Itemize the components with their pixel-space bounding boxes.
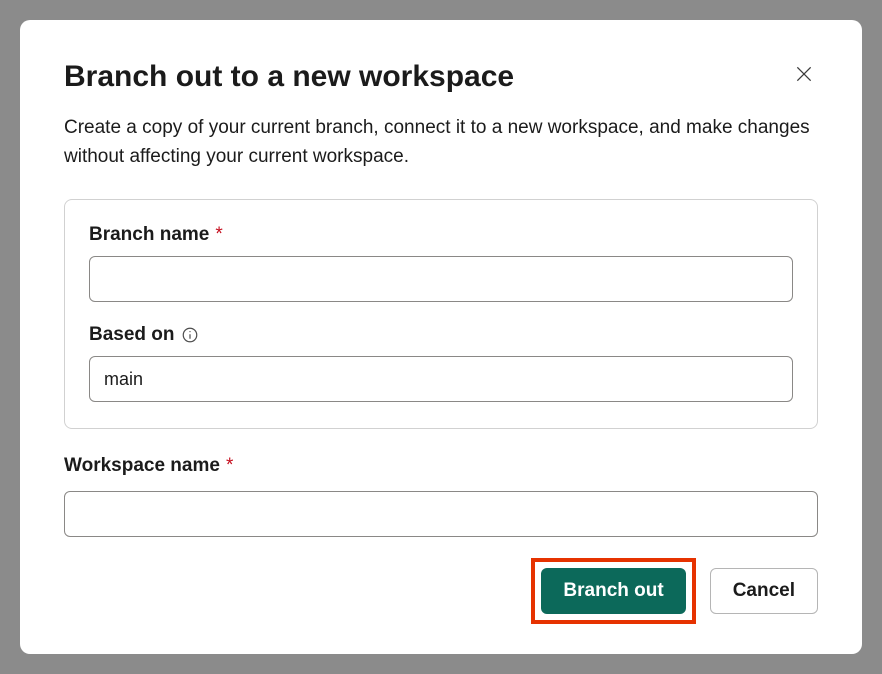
required-marker: * bbox=[215, 224, 222, 246]
dialog-description: Create a copy of your current branch, co… bbox=[64, 114, 818, 171]
highlight-annotation: Branch out bbox=[531, 558, 695, 624]
workspace-name-field: Workspace name * bbox=[64, 455, 818, 537]
branch-name-label: Branch name * bbox=[89, 224, 793, 246]
dialog-title: Branch out to a new workspace bbox=[64, 60, 514, 94]
info-icon[interactable] bbox=[181, 326, 199, 344]
workspace-name-label-text: Workspace name bbox=[64, 455, 220, 477]
cancel-button[interactable]: Cancel bbox=[710, 568, 818, 614]
workspace-name-label: Workspace name * bbox=[64, 455, 818, 477]
based-on-label-text: Based on bbox=[89, 324, 175, 346]
branch-name-label-text: Branch name bbox=[89, 224, 209, 246]
based-on-field: Based on bbox=[89, 324, 793, 402]
dialog-actions: Branch out Cancel bbox=[64, 558, 818, 624]
workspace-name-input[interactable] bbox=[64, 491, 818, 537]
close-button[interactable] bbox=[790, 60, 818, 91]
branch-name-field: Branch name * bbox=[89, 224, 793, 302]
branch-out-button[interactable]: Branch out bbox=[541, 568, 685, 614]
branch-settings-group: Branch name * Based on bbox=[64, 199, 818, 429]
based-on-label: Based on bbox=[89, 324, 793, 346]
branch-out-dialog: Branch out to a new workspace Create a c… bbox=[20, 20, 862, 654]
dialog-header: Branch out to a new workspace bbox=[64, 60, 818, 94]
close-icon bbox=[794, 64, 814, 87]
based-on-input[interactable] bbox=[89, 356, 793, 402]
required-marker: * bbox=[226, 455, 233, 477]
branch-name-input[interactable] bbox=[89, 256, 793, 302]
